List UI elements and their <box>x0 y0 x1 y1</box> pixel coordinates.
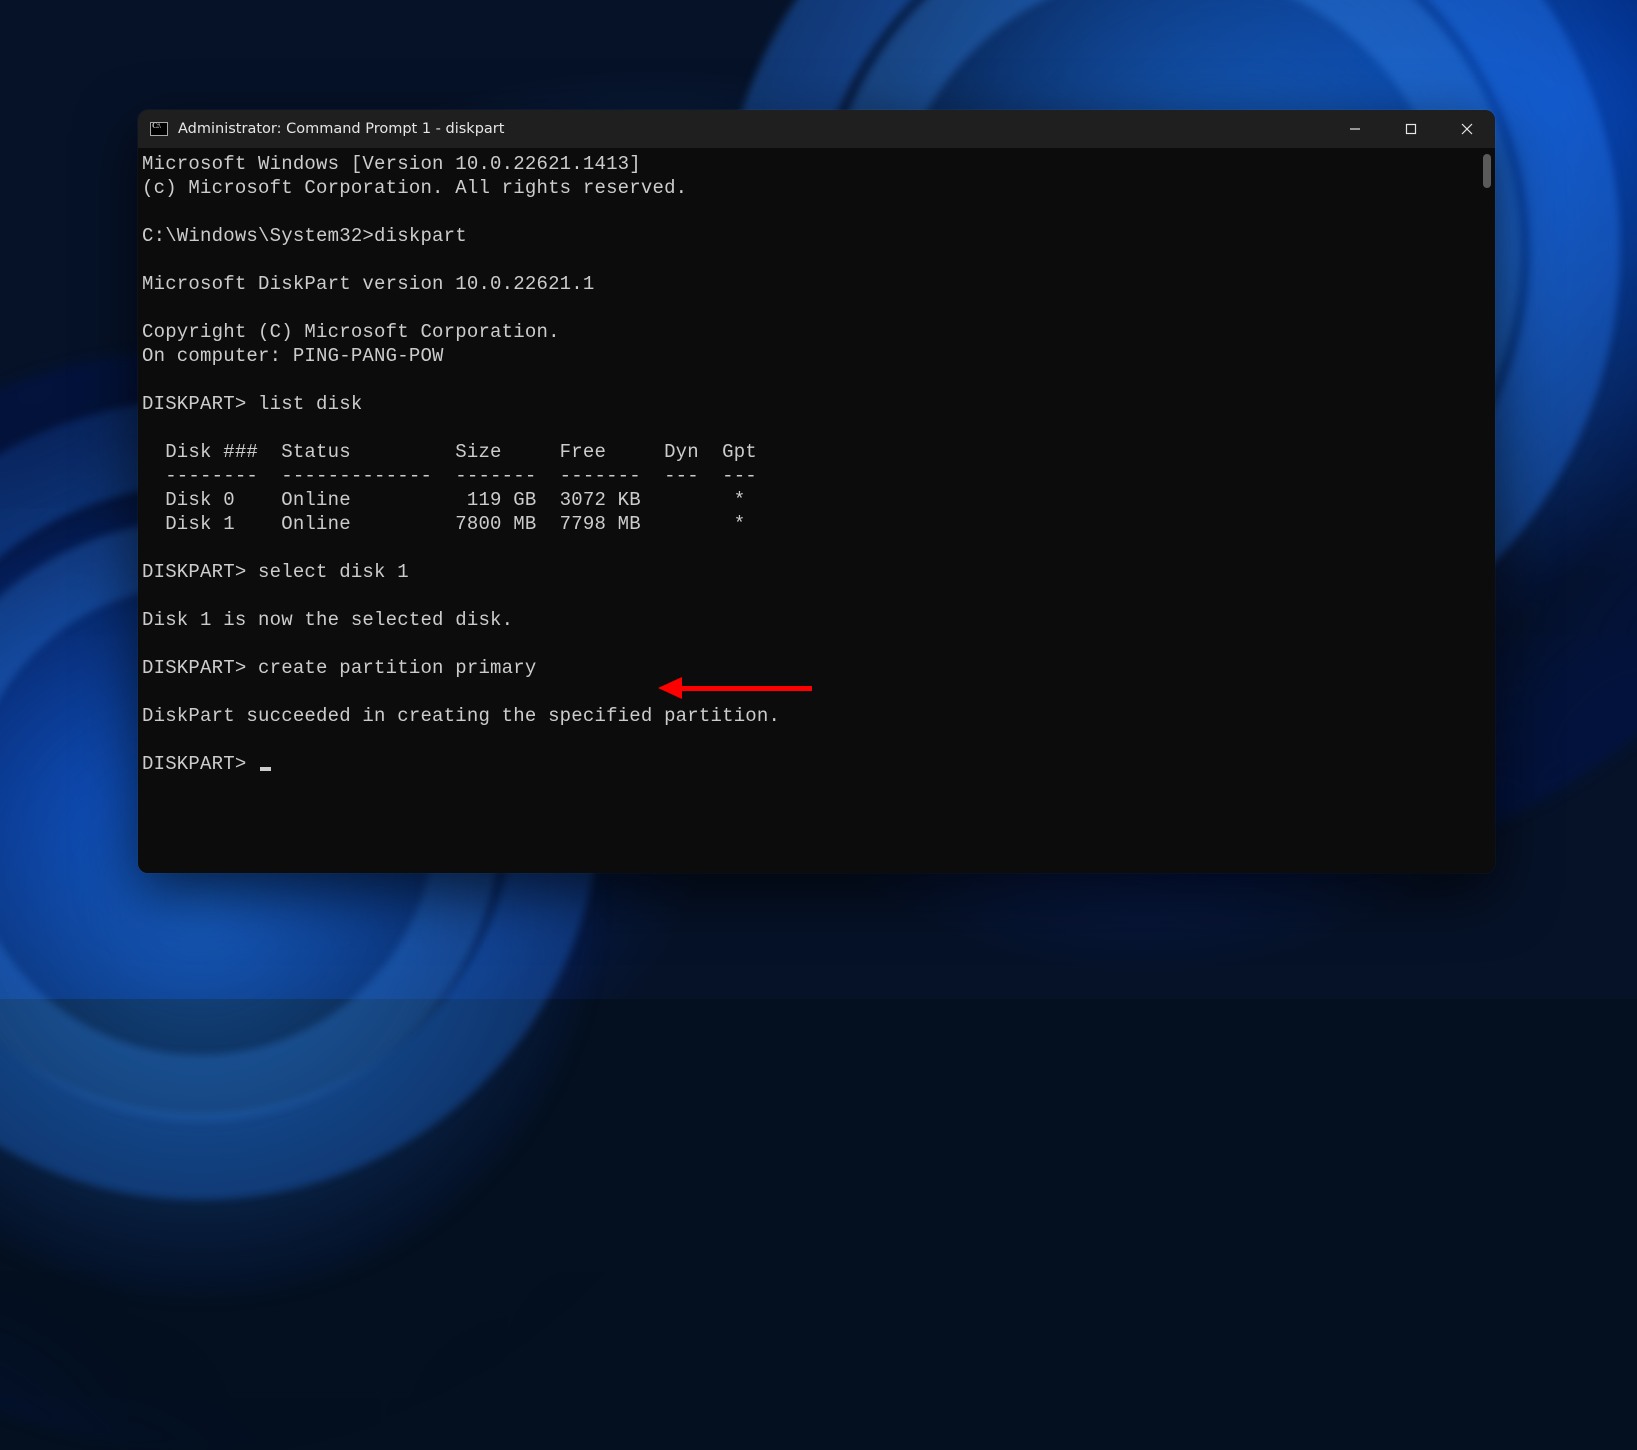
maximize-button[interactable] <box>1383 110 1439 148</box>
command-prompt-window: Administrator: Command Prompt 1 - diskpa… <box>138 110 1495 873</box>
window-title: Administrator: Command Prompt 1 - diskpa… <box>178 121 1327 137</box>
cmd-icon <box>150 122 168 136</box>
cursor <box>260 767 271 771</box>
minimize-button[interactable] <box>1327 110 1383 148</box>
titlebar[interactable]: Administrator: Command Prompt 1 - diskpa… <box>138 110 1495 148</box>
scrollbar-thumb[interactable] <box>1483 154 1491 188</box>
close-button[interactable] <box>1439 110 1495 148</box>
terminal-output[interactable]: Microsoft Windows [Version 10.0.22621.14… <box>138 148 1495 873</box>
